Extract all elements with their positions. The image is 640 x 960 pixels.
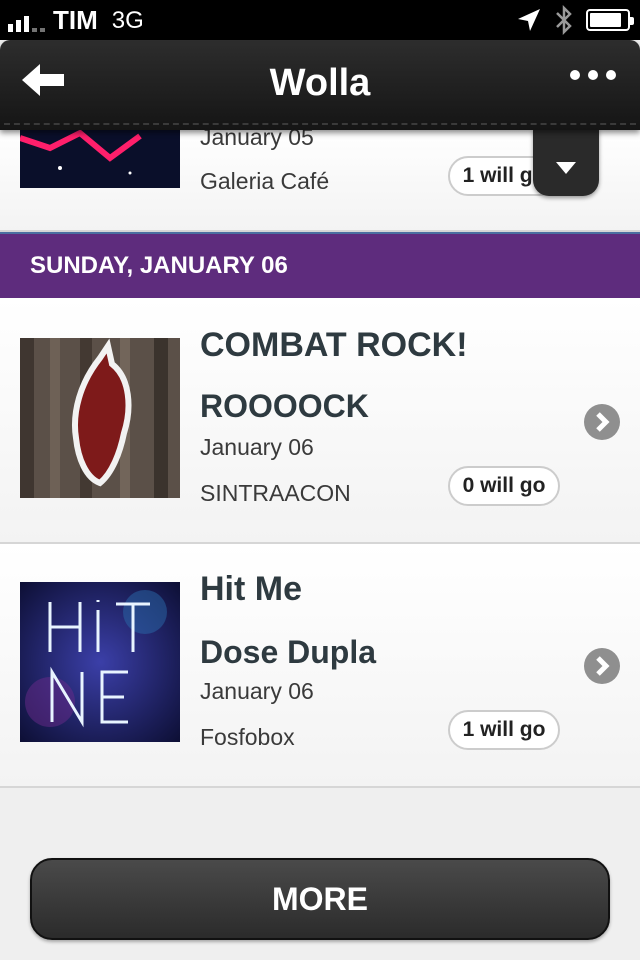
carrier-info: TIM 3G [8,5,144,36]
event-venue: SINTRAACON [200,480,351,506]
event-title: COMBAT ROCK! [200,326,468,364]
carrier-name: TIM [53,5,98,35]
day-section-header: SUNDAY, JANUARY 06 [0,232,640,298]
more-button[interactable]: MORE [30,858,610,940]
battery-level [590,13,621,27]
status-icons [516,5,634,35]
attendance-badge[interactable]: 1 will go [448,710,560,750]
event-date: January 06 [200,434,314,460]
pull-down-tab[interactable] [533,128,599,196]
bluetooth-icon [556,5,572,35]
event-venue: Fosfobox [200,724,295,750]
event-date: January 06 [200,678,314,704]
chevron-right-icon[interactable] [584,404,620,440]
attendance-badge[interactable]: 0 will go [448,466,560,506]
event-row[interactable]: Hit Me Dose Dupla January 06 Fosfobox 1 … [0,544,640,788]
signal-bars-icon [8,10,45,32]
chevron-right-icon[interactable] [584,648,620,684]
more-dots-icon[interactable] [570,70,616,80]
event-subtitle: ROOOOCK [200,388,369,424]
event-row[interactable]: COMBAT ROCK! ROOOOCK January 06 SINTRAAC… [0,298,640,544]
battery-icon [586,9,634,31]
location-arrow-icon [518,9,540,31]
status-bar: TIM 3G [0,0,640,40]
down-triangle-icon [556,162,576,174]
event-thumbnail [20,128,180,188]
event-title: Hit Me [200,570,302,608]
event-thumbnail [20,582,180,742]
event-subtitle: Dose Dupla [200,634,377,670]
navigation-bar: Wolla [0,40,640,130]
page-title: Wolla [269,62,371,104]
event-thumbnail [20,338,180,498]
network-type: 3G [111,6,144,34]
event-venue: Galeria Café [200,168,330,194]
